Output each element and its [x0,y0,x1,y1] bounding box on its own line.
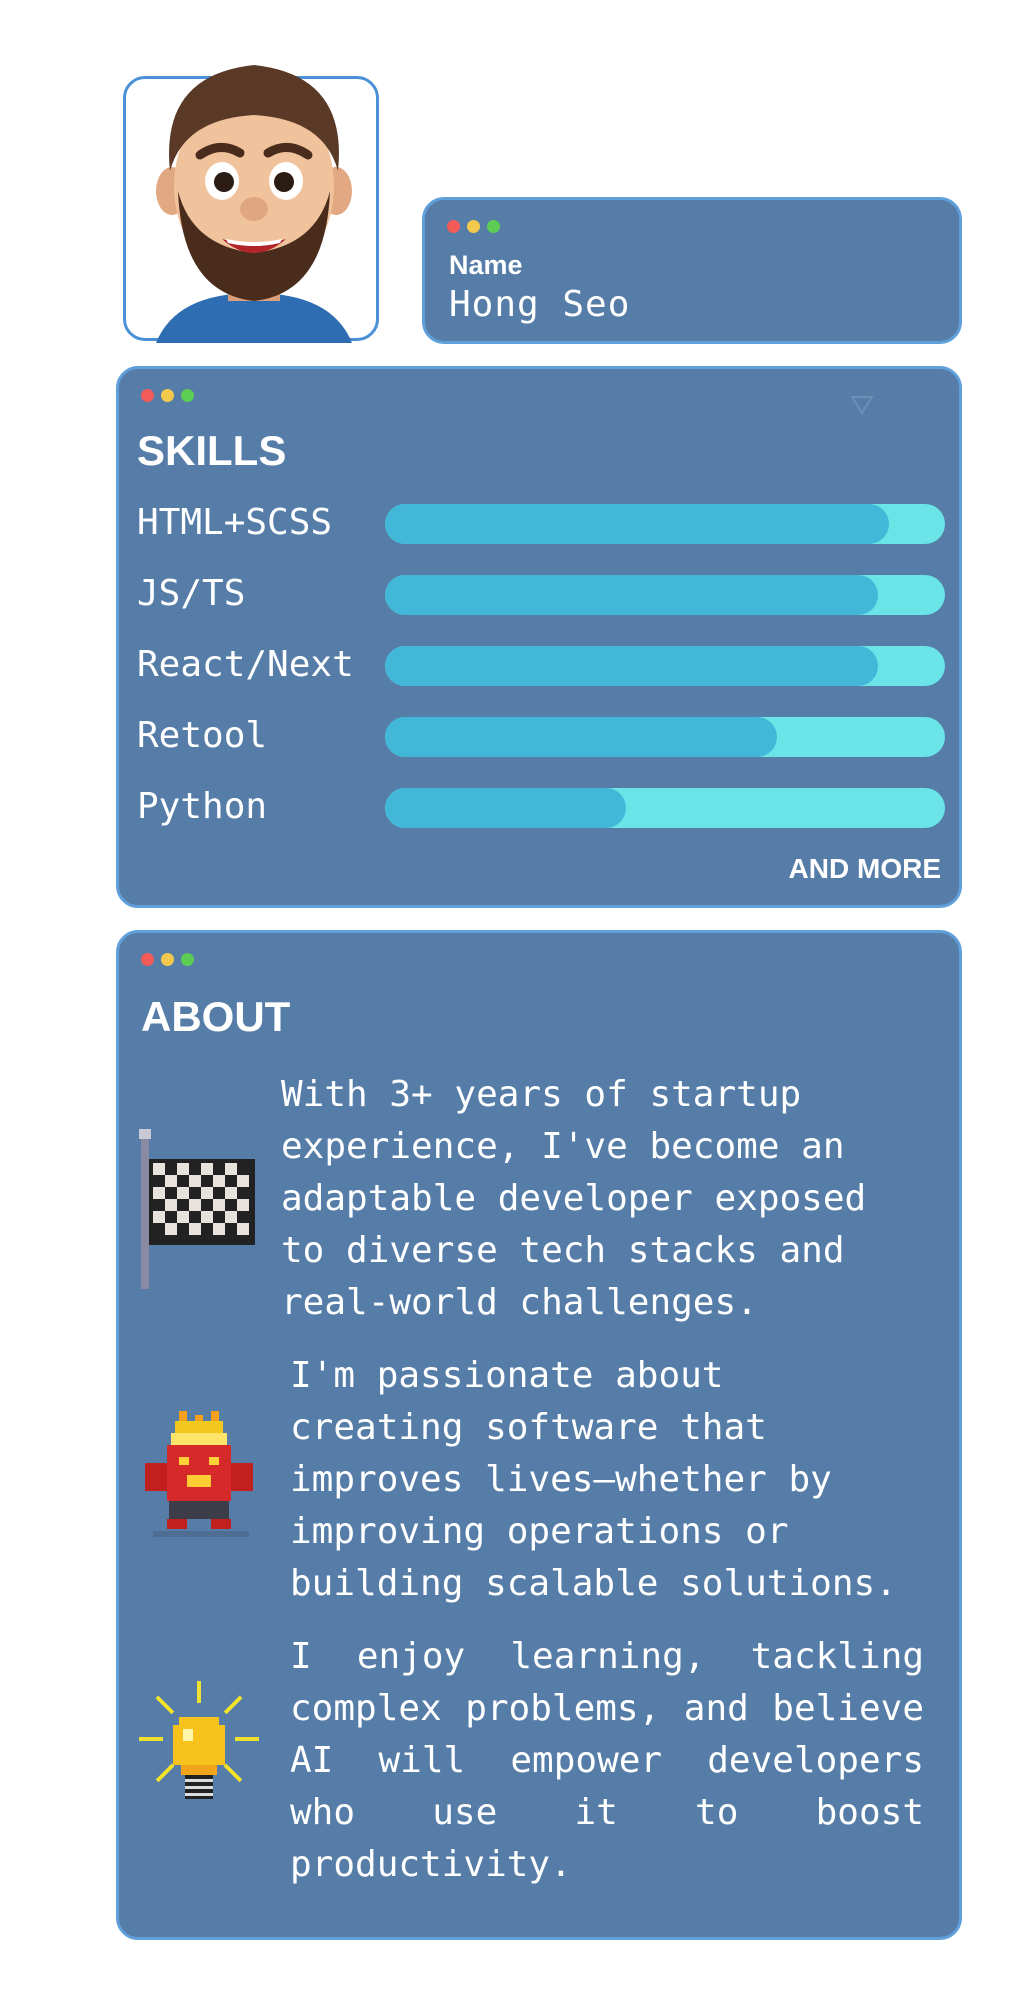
skill-row: JS/TS [137,573,947,615]
skill-name: React/Next [137,644,354,685]
maximize-dot-icon [487,220,500,233]
fire-monster-icon [145,1411,253,1537]
about-paragraph: With 3+ years of startup experience, I'v… [281,1074,867,1323]
skill-bar-track [385,646,945,686]
about-paragraph: I'm passionate about creating software t… [290,1355,897,1604]
skill-bar-fill [385,504,889,544]
skills-title: SKILLS [137,427,287,474]
window-dots [141,953,194,966]
name-card: Name Hong Seo [422,197,962,344]
skill-row: React/Next [137,644,947,686]
triangle-down-icon [850,396,874,415]
skill-bar-fill [385,717,777,757]
skill-name: Retool [137,715,268,756]
avatar [123,65,379,343]
close-dot-icon [447,220,460,233]
skill-bar-track [385,575,945,615]
name-label: Name [449,250,523,280]
memoji-avatar-icon [156,65,352,343]
skill-bar-track [385,717,945,757]
minimize-dot-icon [161,953,174,966]
skill-bar-track [385,788,945,828]
minimize-dot-icon [161,389,174,402]
skill-name: JS/TS [137,573,246,614]
minimize-dot-icon [467,220,480,233]
skill-name: HTML+SCSS [137,502,333,543]
checkered-flag-icon [139,1129,255,1289]
skill-name: Python [137,786,268,827]
skills-card: SKILLS HTML+SCSS JS/TS React/Next Retool… [116,366,962,908]
close-dot-icon [141,389,154,402]
skill-bar-track [385,504,945,544]
name-value: Hong Seo [449,284,631,325]
about-card: ABOUT With 3+ years of startup experienc… [116,930,962,1940]
about-paragraph: I enjoy learning, tackling complex probl… [290,1636,924,1885]
skill-bar-fill [385,646,878,686]
window-dots [447,220,500,233]
skill-bar-fill [385,788,626,828]
skill-row: HTML+SCSS [137,502,947,544]
close-dot-icon [141,953,154,966]
about-title: ABOUT [141,993,291,1040]
skill-bar-fill [385,575,878,615]
and-more-label: AND MORE [788,853,941,884]
maximize-dot-icon [181,953,194,966]
maximize-dot-icon [181,389,194,402]
skill-row: Python [137,786,947,828]
lightbulb-icon [139,1681,259,1799]
skill-row: Retool [137,715,947,757]
window-dots [141,389,194,402]
